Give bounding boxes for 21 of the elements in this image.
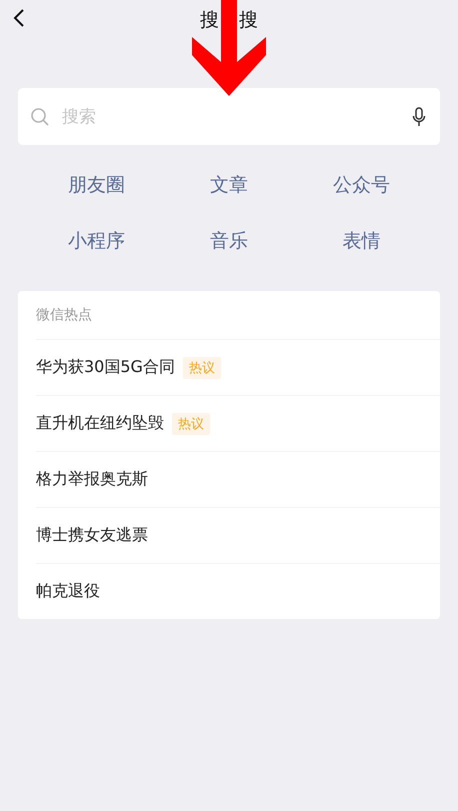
category-link[interactable]: 朋友圈: [68, 172, 125, 198]
section-title: 微信热点: [36, 291, 440, 340]
search-field[interactable]: 搜索: [60, 106, 402, 128]
search-bar[interactable]: 搜索: [18, 88, 440, 145]
page-title: 搜: [200, 8, 219, 33]
microphone-icon[interactable]: [412, 106, 426, 126]
category-link[interactable]: 音乐: [210, 228, 248, 254]
category-link[interactable]: 小程序: [68, 228, 125, 254]
search-icon: [30, 106, 50, 126]
category-link[interactable]: 文章: [210, 172, 248, 198]
hot-tag: 热议: [172, 412, 210, 434]
hot-topic-link[interactable]: 帕克退役: [36, 581, 100, 602]
hot-topic-link[interactable]: 华为获30国5G合同: [36, 357, 175, 378]
category-link[interactable]: 表情: [342, 228, 381, 254]
page-title: 搜: [239, 8, 258, 33]
category-link[interactable]: 公众号: [333, 172, 390, 198]
hot-topic-link[interactable]: 直升机在纽约坠毁: [36, 413, 164, 434]
hot-topic-link[interactable]: 博士携女友逃票: [36, 525, 148, 546]
hot-tag: 热议: [182, 356, 221, 378]
hot-topic-link[interactable]: 格力举报奥克斯: [36, 469, 148, 490]
back-icon[interactable]: [12, 8, 26, 28]
